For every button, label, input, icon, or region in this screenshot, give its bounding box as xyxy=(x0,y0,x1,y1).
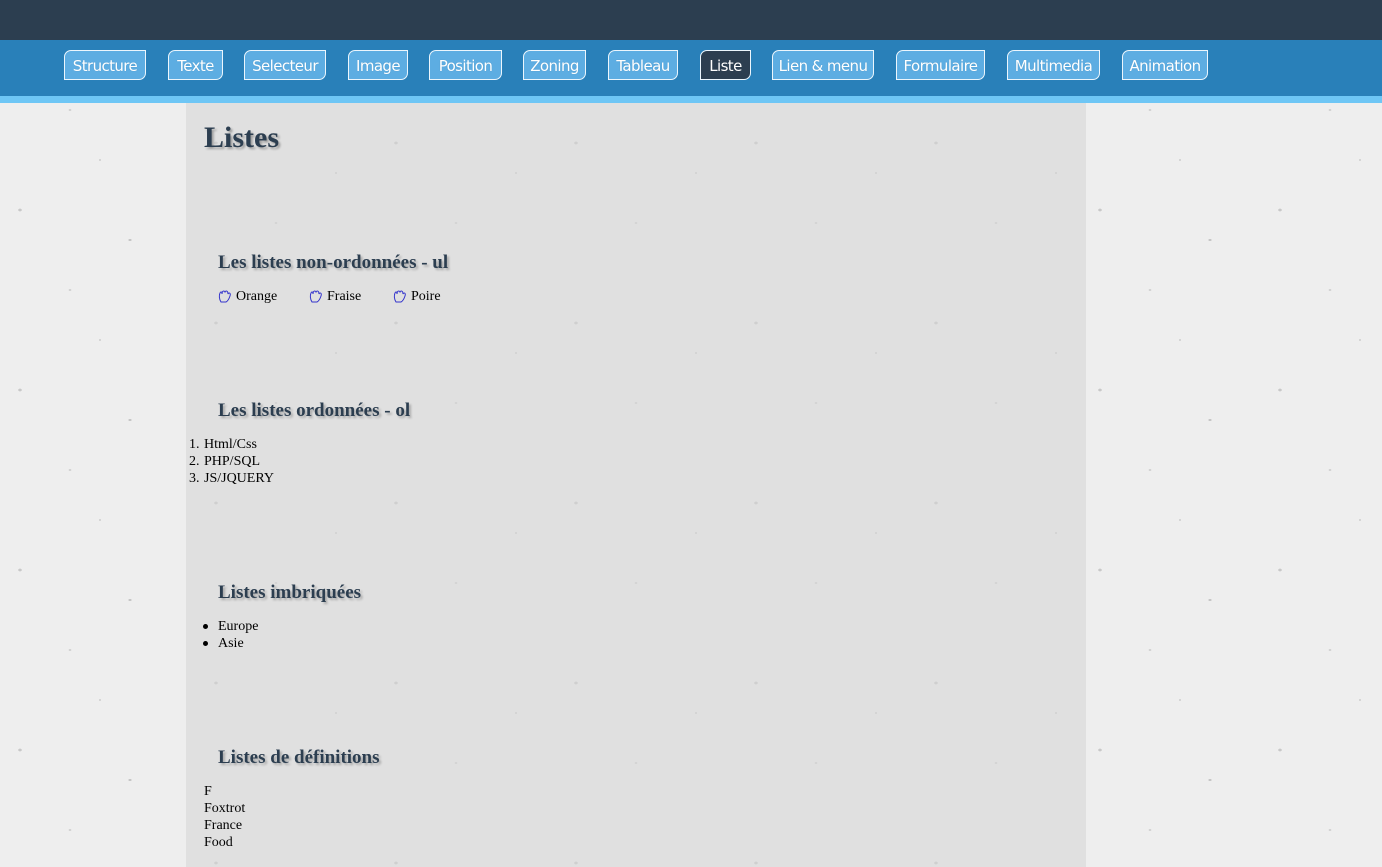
list-number: 2. xyxy=(189,454,200,469)
nav-tab-animation[interactable]: Animation xyxy=(1122,50,1208,80)
list-item: Europe xyxy=(218,619,259,634)
nav-tab-image[interactable]: Image xyxy=(348,50,408,80)
nav-tab-position[interactable]: Position xyxy=(429,50,502,80)
definition-item: Food xyxy=(204,835,233,850)
list-item: Orange xyxy=(236,289,278,304)
flower-icon xyxy=(309,290,322,303)
nav-tab-zoning[interactable]: Zoning xyxy=(523,50,586,80)
bullet-icon xyxy=(203,641,208,646)
section-title-ordered: Les listes ordonnées - ol xyxy=(218,400,411,421)
nav-tab-formulaire[interactable]: Formulaire xyxy=(896,50,985,80)
definition-item: France xyxy=(204,818,243,833)
list-item: PHP/SQL xyxy=(204,454,261,469)
nav-tab-tableau[interactable]: Tableau xyxy=(608,50,678,80)
section-title-definitions: Listes de définitions xyxy=(218,747,380,768)
list-item: JS/JQUERY xyxy=(204,471,275,486)
section-title-nested: Listes imbriquées xyxy=(218,582,362,603)
nav-tab-selecteur[interactable]: Selecteur xyxy=(244,50,326,80)
nav-tab-liste[interactable]: Liste xyxy=(700,50,751,80)
list-item: Asie xyxy=(218,636,244,651)
nav-tab-structure[interactable]: Structure xyxy=(64,50,146,80)
list-number: 3. xyxy=(189,471,200,486)
list-item: Fraise xyxy=(327,289,362,304)
section-title-unordered: Les listes non-ordonnées - ul xyxy=(218,252,449,273)
list-number: 1. xyxy=(189,437,200,452)
nav-tab-texte[interactable]: Texte xyxy=(168,50,223,80)
list-item: Poire xyxy=(411,289,441,304)
definition-term: F xyxy=(204,784,212,799)
definition-item: Foxtrot xyxy=(204,801,246,816)
main-nav: Structure Texte Selecteur Image Position… xyxy=(0,40,1382,96)
nav-tab-lien-menu[interactable]: Lien & menu xyxy=(772,50,874,80)
bullet-icon xyxy=(203,624,208,629)
nav-stripe xyxy=(0,96,1382,103)
flower-icon xyxy=(218,290,231,303)
list-item: Html/Css xyxy=(204,437,257,452)
flower-icon xyxy=(393,290,406,303)
top-bar xyxy=(0,0,1382,40)
nav-tab-multimedia[interactable]: Multimedia xyxy=(1007,50,1100,80)
page-title: Listes xyxy=(204,121,279,154)
